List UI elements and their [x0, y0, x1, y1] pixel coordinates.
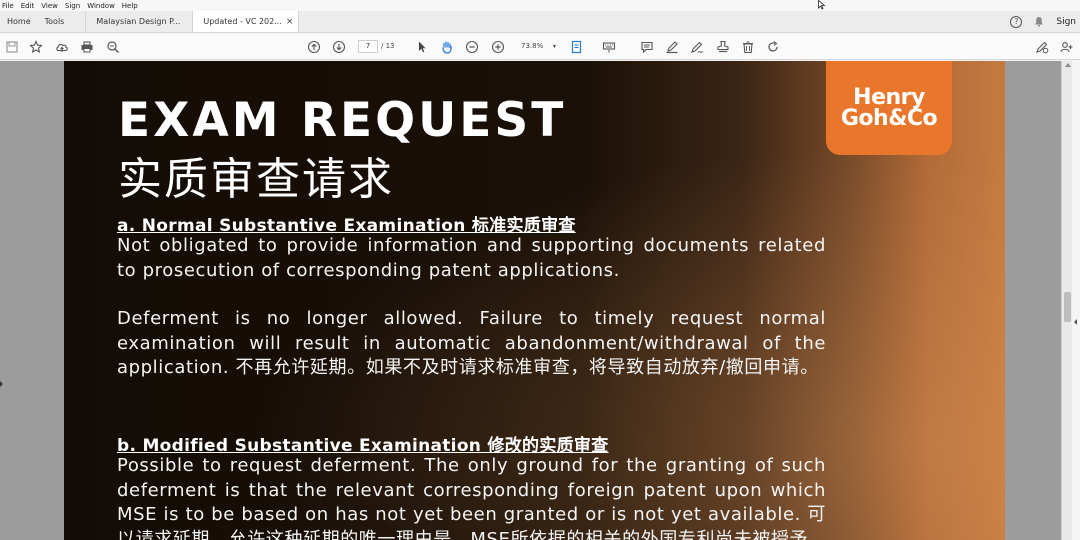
next-page-icon[interactable] — [332, 40, 346, 54]
chevron-down-icon: ▾ — [552, 43, 556, 50]
menu-sign[interactable]: Sign — [65, 2, 80, 10]
pdf-reader-window: File Edit View Sign Window Help Home Too… — [0, 0, 1080, 540]
upload-cloud-icon[interactable] — [55, 40, 69, 54]
menu-bar: File Edit View Sign Window Help — [0, 0, 1080, 11]
pdf-page: Henry Goh&Co EXAM REQUEST 实质审查请求 a. Norm… — [64, 61, 1005, 540]
comment-icon[interactable] — [640, 40, 654, 54]
tab-bar: Home Tools Malaysian Design P... Updated… — [0, 11, 1080, 33]
zoom-level-select[interactable]: 73.8% ▾ — [518, 40, 558, 53]
draw-sign-icon[interactable] — [690, 40, 704, 54]
save-icon[interactable] — [5, 40, 19, 54]
section-a-heading: a. Normal Substantive Examination 标准实质审查 — [117, 216, 576, 236]
scrollbar-thumb[interactable] — [1064, 292, 1071, 322]
logo-line-1: Henry — [853, 85, 925, 110]
previous-page-icon[interactable] — [307, 40, 321, 54]
zoom-in-icon[interactable] — [491, 40, 505, 54]
menu-help[interactable]: Help — [122, 2, 138, 10]
page-total-label: / 13 — [381, 42, 395, 50]
section-a-paragraph-2: Deferment is no longer allowed. Failure … — [117, 308, 826, 378]
delete-trash-icon[interactable] — [741, 40, 755, 54]
logo-line-2: Goh&Co — [840, 106, 938, 131]
share-people-icon[interactable] — [1060, 40, 1074, 54]
print-icon[interactable] — [80, 40, 94, 54]
page-title-chinese: 实质审查请求 — [118, 154, 394, 205]
select-cursor-icon[interactable] — [415, 40, 429, 54]
zoom-level-value: 73.8% — [521, 42, 544, 50]
tab-document-2-label: Updated - VC 202... — [203, 17, 282, 26]
fill-sign-icon[interactable] — [1035, 40, 1049, 54]
tab-tools[interactable]: Tools — [38, 11, 72, 32]
highlight-pen-icon[interactable] — [665, 40, 679, 54]
scroll-up-icon[interactable] — [1065, 63, 1071, 67]
stamp-icon[interactable] — [716, 40, 730, 54]
tab-bar-right: ? Sign — [1010, 11, 1080, 32]
zoom-out-icon[interactable] — [465, 40, 479, 54]
vertical-scrollbar[interactable] — [1061, 61, 1072, 540]
tab-document-1[interactable]: Malaysian Design P... — [85, 11, 192, 32]
toolbar: 7 / 13 73.8% ▾ — [0, 34, 1080, 60]
zoom-search-icon[interactable] — [106, 40, 120, 54]
right-panel-strip — [1072, 61, 1080, 540]
help-icon[interactable]: ? — [1010, 15, 1023, 28]
page-number-input[interactable]: 7 — [358, 40, 378, 53]
left-panel-toggle-icon[interactable] — [0, 381, 3, 387]
menu-edit[interactable]: Edit — [21, 2, 35, 10]
sign-in-label[interactable]: Sign — [1056, 17, 1076, 27]
menu-window[interactable]: Window — [87, 2, 115, 10]
hand-tool-icon[interactable] — [440, 40, 454, 54]
bookmark-star-icon[interactable] — [29, 40, 43, 54]
menu-view[interactable]: View — [41, 2, 58, 10]
close-tab-icon[interactable]: × — [286, 17, 294, 27]
section-a-paragraph-1: Not obligated to provide information and… — [117, 235, 826, 281]
tab-home-label: Home — [7, 17, 31, 26]
section-b-heading: b. Modified Substantive Examination 修改的实… — [117, 436, 609, 456]
page-fit-icon[interactable] — [570, 40, 584, 54]
right-panel-toggle-icon[interactable] — [1074, 319, 1077, 325]
tab-tools-label: Tools — [44, 17, 65, 26]
notification-bell-icon[interactable] — [1034, 16, 1044, 27]
keyboard-display-icon[interactable] — [602, 40, 616, 54]
menu-file[interactable]: File — [2, 2, 14, 10]
tab-document-2[interactable]: Updated - VC 202... × — [192, 11, 300, 32]
tab-document-1-label: Malaysian Design P... — [96, 17, 181, 26]
page-title-english: EXAM REQUEST — [118, 93, 567, 148]
rotate-icon[interactable] — [766, 40, 780, 54]
mouse-cursor-icon — [818, 0, 826, 10]
tab-home[interactable]: Home — [0, 11, 38, 32]
section-b-paragraph-1: Possible to request deferment. The only … — [117, 455, 826, 540]
company-logo: Henry Goh&Co — [826, 61, 952, 155]
